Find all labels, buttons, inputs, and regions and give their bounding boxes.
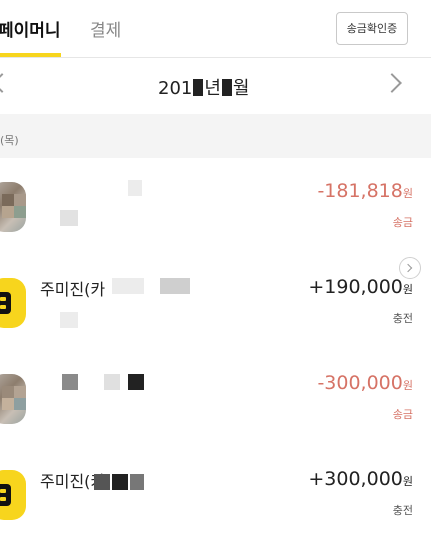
redacted-name bbox=[62, 374, 78, 390]
transaction-type: 송금 bbox=[392, 216, 413, 229]
top-tab-bar: 페이머니 결제 송금확인증 bbox=[0, 0, 431, 58]
transfer-certificate-button[interactable]: 송금확인증 bbox=[336, 12, 408, 45]
month-title: 201 년 월 bbox=[158, 74, 249, 100]
redacted-detail bbox=[60, 210, 78, 226]
transaction-amount: -300,000원 bbox=[317, 372, 413, 394]
transaction-type: 충전 bbox=[392, 504, 413, 517]
redacted-name bbox=[94, 474, 110, 490]
redacted-name bbox=[104, 374, 120, 390]
transaction-amount: +190,000원 bbox=[308, 276, 413, 298]
redaction-block bbox=[193, 79, 204, 96]
active-tab-indicator bbox=[0, 53, 61, 57]
redacted-name bbox=[112, 474, 128, 490]
date-label: (목) bbox=[0, 134, 19, 147]
redaction-block bbox=[221, 79, 232, 96]
year-suffix: 년 bbox=[204, 78, 221, 99]
redacted-name bbox=[128, 374, 144, 390]
transaction-amount: +300,000원 bbox=[308, 468, 413, 490]
redacted-name bbox=[130, 474, 144, 490]
avatar bbox=[0, 374, 26, 424]
transaction-type: 송금 bbox=[392, 408, 413, 421]
month-suffix: 월 bbox=[232, 78, 250, 99]
transaction-row[interactable]: 주미진(카 +190,000원 충전 bbox=[0, 254, 431, 351]
month-year-prefix: 201 bbox=[158, 78, 193, 99]
previous-month-icon[interactable] bbox=[0, 73, 12, 93]
tab-payment[interactable]: 결제 bbox=[90, 16, 121, 41]
transaction-row[interactable]: -300,000원 송금 bbox=[0, 350, 431, 447]
avatar bbox=[0, 182, 26, 232]
transaction-amount: -181,818원 bbox=[317, 180, 413, 202]
redacted-detail bbox=[60, 312, 78, 328]
redacted-name bbox=[112, 278, 144, 294]
transaction-name: 주미진(카 bbox=[40, 280, 106, 299]
month-navigator: 201 년 월 bbox=[0, 58, 431, 114]
row-detail-chevron-icon[interactable] bbox=[399, 257, 421, 279]
kakao-b-icon bbox=[0, 484, 11, 506]
kakaopay-logo bbox=[0, 278, 26, 328]
tab-paymoney[interactable]: 페이머니 bbox=[0, 16, 61, 41]
kakao-b-icon bbox=[0, 292, 11, 314]
kakaopay-logo bbox=[0, 470, 26, 520]
transaction-type: 충전 bbox=[392, 312, 413, 325]
redacted-name bbox=[128, 180, 142, 196]
next-month-icon[interactable] bbox=[382, 73, 402, 93]
transaction-row[interactable]: -181,818원 송금 bbox=[0, 158, 431, 255]
redacted-name bbox=[160, 278, 190, 294]
date-section-header: (목) bbox=[0, 114, 431, 158]
transaction-row[interactable]: 주미진(카 +300,000원 충전 bbox=[0, 446, 431, 542]
